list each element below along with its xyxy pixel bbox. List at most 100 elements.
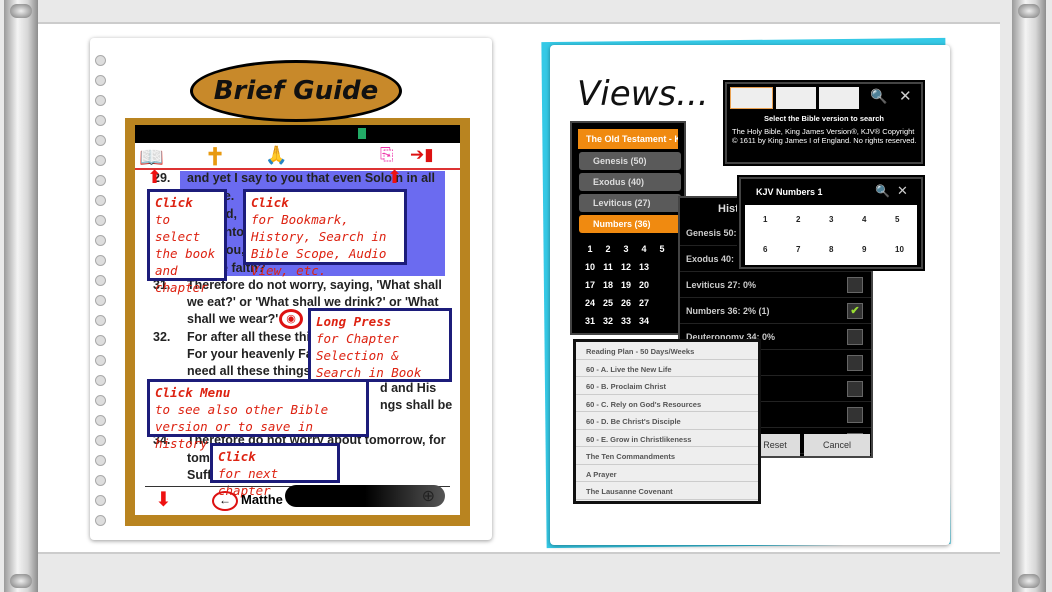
close-icon[interactable]: ✕ — [897, 183, 908, 199]
reading-plan-item[interactable]: The Lausanne Covenant — [576, 482, 758, 500]
reading-plan-item[interactable]: Reading Plan - 50 Days/Weeks — [576, 342, 758, 360]
book-item[interactable]: Genesis (50) — [579, 152, 681, 170]
version-tab[interactable] — [819, 87, 859, 109]
chapter-number[interactable]: 10 — [895, 245, 904, 254]
toolbar-divider — [135, 168, 460, 170]
verse-line[interactable]: we eat?' or 'What shall we drink?' or 'W… — [187, 295, 439, 309]
verse-line[interactable]: For after all these thi — [187, 330, 310, 344]
reading-plan-item[interactable]: 60 - B. Proclaim Christ — [576, 377, 758, 395]
views-title: Views... — [577, 74, 709, 114]
arrow-down-icon[interactable]: ⬇ — [155, 487, 172, 512]
reading-plan-item[interactable]: The Ten Commandments — [576, 447, 758, 465]
history-row[interactable]: Leviticus 27: 0% — [680, 272, 871, 298]
reading-plan-item[interactable]: A Prayer — [576, 465, 758, 482]
copyright-text: The Holy Bible, King James Version®, KJV… — [732, 127, 917, 145]
version-tab[interactable] — [776, 87, 816, 109]
praying-hands-icon[interactable]: 🙏 — [265, 145, 287, 166]
history-label: Exodus 40: 1 — [686, 254, 742, 264]
target-icon: ◉ — [279, 309, 303, 329]
reader-screen: 📖 ✝ 🙏 ⎘ ➔▮ 29. and yet I say to you that… — [135, 125, 460, 515]
chapter-number[interactable]: 1 — [763, 215, 767, 224]
chapter-number[interactable]: 27 — [635, 294, 653, 312]
chapter-number[interactable]: 5 — [895, 215, 899, 224]
chapter-number[interactable]: 17 — [581, 276, 599, 294]
chapter-number[interactable]: 1 — [581, 240, 599, 258]
callout-bookmark: Click for Bookmark, History, Search in Bi… — [243, 189, 407, 278]
cancel-button[interactable]: Cancel — [804, 434, 870, 456]
search-prompt: Select the Bible version to search — [763, 114, 885, 123]
current-book-label[interactable]: Matthe — [241, 492, 283, 507]
history-checkbox[interactable]: ✔ — [847, 303, 863, 319]
close-icon[interactable]: ✕ — [899, 87, 912, 105]
history-checkbox[interactable] — [847, 407, 863, 423]
chapter-number[interactable]: 4 — [862, 215, 866, 224]
chapter-number[interactable]: 10 — [581, 258, 599, 276]
chapter-number[interactable]: 7 — [796, 245, 800, 254]
battery-icon — [358, 128, 366, 139]
book-list-panel: The Old Testament - KJV Genesis (50) Exo… — [570, 121, 686, 335]
callout-menu: Click Menu to see also other Bible versio… — [147, 379, 369, 451]
history-checkbox[interactable] — [847, 381, 863, 397]
history-checkbox[interactable] — [847, 277, 863, 293]
previous-chapter-button[interactable]: ← — [212, 491, 238, 511]
verse-line[interactable]: For your heavenly Fa — [187, 347, 313, 361]
chapter-select-dialog: KJV Numbers 1 🔍 ✕ 1 2 3 4 5 6 7 8 9 10 — [737, 175, 925, 271]
reading-plan-item[interactable]: 60 - D. Be Christ's Disciple — [576, 412, 758, 430]
arrow-up-icon: ⬆ — [147, 167, 163, 187]
chapter-number[interactable]: 34 — [635, 312, 653, 330]
reading-plan-item[interactable]: 60 - C. Rely on God's Resources — [576, 395, 758, 412]
zoom-control[interactable]: ⊕ — [285, 485, 445, 507]
chapter-number[interactable]: 33 — [617, 312, 635, 330]
verse-line[interactable]: ngs shall be — [380, 398, 452, 412]
chapter-number[interactable]: 12 — [617, 258, 635, 276]
verse-line[interactable]: need all these things — [187, 364, 311, 378]
chapter-number[interactable]: 2 — [796, 215, 800, 224]
search-icon[interactable]: 🔍 — [870, 88, 887, 105]
chapter-number[interactable]: 20 — [635, 276, 653, 294]
history-label: Genesis 50: — [686, 228, 737, 238]
book-item-selected[interactable]: Numbers (36) — [579, 215, 681, 233]
chapter-number[interactable]: 8 — [829, 245, 833, 254]
history-checkbox[interactable] — [847, 329, 863, 345]
scroll-roll-left — [4, 0, 38, 592]
chapter-number[interactable]: 5 — [653, 240, 671, 258]
callout-next-chapter: Click for next chapter — [210, 443, 340, 498]
chapter-grid[interactable]: 1 2 3 4 5 10 11 12 13 17 18 19 20 24 25 26 27 31 32 33 34 — [575, 236, 681, 334]
callout-long-press: Long Press for Chapter Selection & Search… — [308, 308, 452, 397]
chapter-number[interactable]: 13 — [635, 258, 653, 276]
chapter-grid[interactable]: 1 2 3 4 5 6 7 8 9 10 — [745, 205, 917, 265]
reading-plan-list: Reading Plan - 50 Days/Weeks 60 - A. Live… — [573, 339, 761, 504]
chapter-number[interactable]: 31 — [581, 312, 599, 330]
verse-line[interactable]: shall we wear?' — [187, 312, 278, 326]
history-row[interactable]: Numbers 36: 2% (1) ✔ — [680, 298, 871, 324]
testament-header: The Old Testament - KJV — [578, 129, 678, 149]
book-item[interactable]: Exodus (40) — [579, 173, 681, 191]
version-tab[interactable] — [730, 87, 773, 109]
chapter-number[interactable]: 3 — [617, 240, 635, 258]
book-item[interactable]: Leviticus (27) — [579, 194, 681, 212]
reading-plan-item[interactable]: 60 - E. Grow in Christlikeness — [576, 430, 758, 447]
chapter-number[interactable]: 25 — [599, 294, 617, 312]
reading-plan-item[interactable]: 60 - A. Live the New Life — [576, 360, 758, 377]
guide-title: Brief Guide — [190, 60, 402, 122]
callout-book-select: Click to select the book and chapter — [147, 189, 227, 295]
dialog-title: KJV Numbers 1 — [756, 187, 823, 197]
chapter-number[interactable]: 6 — [763, 245, 767, 254]
history-checkbox[interactable] — [847, 355, 863, 371]
chapter-number[interactable]: 19 — [617, 276, 635, 294]
zoom-in-icon[interactable]: ⊕ — [422, 486, 435, 506]
bookmark-icon[interactable]: ⎘ — [380, 145, 394, 165]
chapter-number[interactable]: 3 — [829, 215, 833, 224]
chapter-number[interactable]: 32 — [599, 312, 617, 330]
search-icon[interactable]: 🔍 — [875, 184, 890, 198]
chapter-number[interactable]: 9 — [862, 245, 866, 254]
chapter-number[interactable]: 18 — [599, 276, 617, 294]
chapter-number[interactable]: 11 — [599, 258, 617, 276]
verse-number: 32. — [153, 330, 171, 344]
chapter-number[interactable]: 4 — [635, 240, 653, 258]
scroll-roll-right — [1012, 0, 1046, 592]
chapter-number[interactable]: 26 — [617, 294, 635, 312]
chapter-number[interactable]: 2 — [599, 240, 617, 258]
chapter-number[interactable]: 24 — [581, 294, 599, 312]
exit-icon[interactable]: ➔▮ — [410, 145, 434, 165]
